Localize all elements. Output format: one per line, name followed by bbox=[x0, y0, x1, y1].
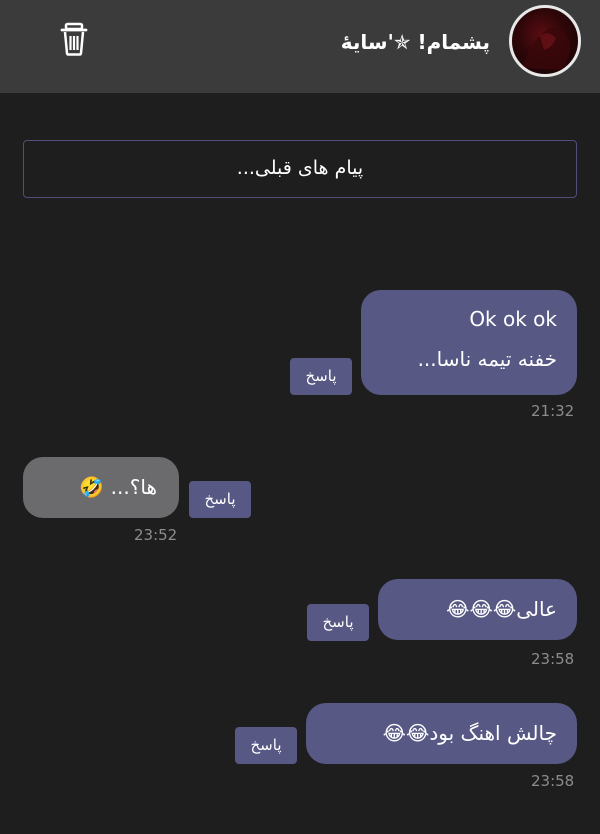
message-bubble-incoming: ها؟... 🤣 bbox=[23, 457, 179, 518]
trash-icon[interactable] bbox=[58, 22, 90, 56]
message-timestamp: 23:58 bbox=[531, 772, 575, 790]
message-bubble-outgoing: چالش اهنگ بود😂😂 bbox=[306, 703, 577, 764]
message-timestamp: 21:32 bbox=[531, 402, 575, 420]
message-bubble-outgoing: عالی😂😂😂 bbox=[378, 579, 577, 640]
reply-button[interactable]: پاسخ bbox=[307, 604, 369, 641]
reply-button[interactable]: پاسخ bbox=[235, 727, 297, 764]
message-text: عالی😂😂😂 bbox=[446, 597, 557, 621]
load-older-messages-button[interactable]: پیام های قبلی... bbox=[23, 140, 577, 198]
chat-header: پشمام! ✯'سایهٔ bbox=[0, 0, 600, 93]
contact-avatar[interactable] bbox=[509, 5, 581, 77]
contact-name[interactable]: پشمام! ✯'سایهٔ bbox=[341, 26, 490, 58]
message-text: Ok ok ok bbox=[469, 307, 557, 331]
message-text: خفنه تیمه ناسا... bbox=[417, 347, 557, 371]
message-timestamp: 23:58 bbox=[531, 650, 575, 668]
reply-button[interactable]: پاسخ bbox=[189, 481, 251, 518]
message-bubble-outgoing: Ok ok ok خفنه تیمه ناسا... bbox=[361, 290, 577, 395]
message-timestamp: 23:52 bbox=[134, 526, 178, 544]
reply-button[interactable]: پاسخ bbox=[290, 358, 352, 395]
message-text: ها؟... 🤣 bbox=[79, 475, 157, 499]
message-text: چالش اهنگ بود😂😂 bbox=[382, 721, 557, 745]
